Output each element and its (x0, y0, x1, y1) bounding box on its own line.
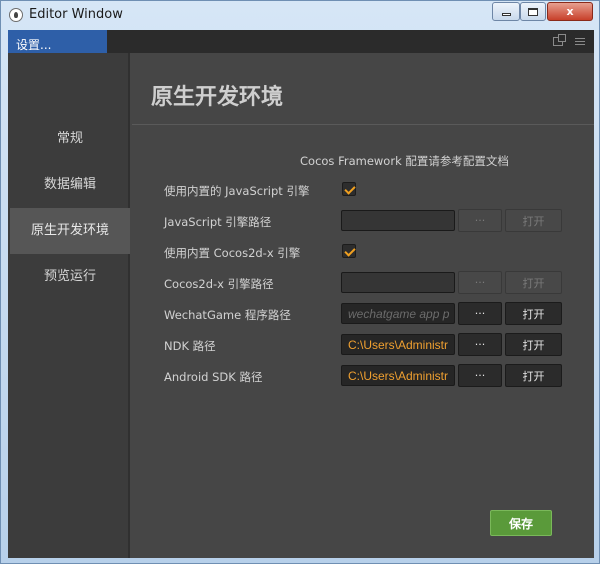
use-builtin-js-label: 使用内置的 JavaScript 引擎 (164, 184, 310, 198)
popout-icon[interactable] (553, 34, 566, 46)
minimize-button[interactable] (492, 2, 520, 21)
wechatgame-browse-button[interactable]: ··· (458, 302, 502, 325)
js-engine-browse-button[interactable]: ··· (458, 209, 502, 232)
cocos-engine-path-label: Cocos2d-x 引擎路径 (164, 277, 274, 291)
use-builtin-js-checkbox[interactable] (342, 182, 356, 196)
android-sdk-path-label: Android SDK 路径 (164, 370, 263, 384)
close-button[interactable]: x (547, 2, 593, 21)
js-engine-path-input[interactable] (341, 210, 455, 231)
sidebar: 常规 数据编辑 原生开发环境 预览运行 (8, 53, 130, 558)
js-engine-open-button[interactable]: 打开 (505, 209, 562, 232)
android-sdk-browse-button[interactable]: ··· (458, 364, 502, 387)
sidebar-item-preview-run[interactable]: 预览运行 (10, 254, 130, 300)
tab-strip: 设置... (8, 30, 594, 53)
main-content: 原生开发环境 Cocos Framework 配置请参考配置文档 使用内置的 J… (132, 53, 594, 558)
sidebar-item-data-editing[interactable]: 数据编辑 (10, 162, 130, 208)
framework-note: Cocos Framework 配置请参考配置文档 (300, 154, 509, 168)
cocos-engine-path-input[interactable] (341, 272, 455, 293)
divider (132, 124, 594, 125)
maximize-icon (528, 7, 538, 16)
settings-panel: 常规 数据编辑 原生开发环境 预览运行 原生开发环境 Cocos Framewo… (8, 53, 594, 558)
android-sdk-path-input[interactable]: C:\Users\Administr (341, 365, 455, 386)
ndk-path-label: NDK 路径 (164, 339, 216, 353)
save-button[interactable]: 保存 (490, 510, 552, 536)
sidebar-item-general[interactable]: 常规 (10, 116, 130, 162)
android-sdk-open-button[interactable]: 打开 (505, 364, 562, 387)
app-icon (9, 8, 23, 22)
wechatgame-path-label: WechatGame 程序路径 (164, 308, 291, 322)
ndk-browse-button[interactable]: ··· (458, 333, 502, 356)
ndk-path-input[interactable]: C:\Users\Administr (341, 334, 455, 355)
cocos-engine-open-button[interactable]: 打开 (505, 271, 562, 294)
page-title: 原生开发环境 (151, 85, 284, 110)
close-icon: x (566, 5, 574, 18)
use-builtin-cocos-label: 使用内置 Cocos2d-x 引擎 (164, 246, 301, 260)
title-bar[interactable]: Editor Window x (1, 1, 599, 29)
menu-icon[interactable] (575, 38, 585, 47)
cocos-engine-browse-button[interactable]: ··· (458, 271, 502, 294)
wechatgame-open-button[interactable]: 打开 (505, 302, 562, 325)
minimize-icon (501, 12, 511, 16)
wechatgame-path-input[interactable]: wechatgame app p (341, 303, 455, 324)
maximize-button[interactable] (520, 2, 546, 21)
tab-settings[interactable]: 设置... (8, 30, 107, 53)
window-title: Editor Window (29, 7, 123, 22)
ndk-open-button[interactable]: 打开 (505, 333, 562, 356)
sidebar-item-native-dev[interactable]: 原生开发环境 (10, 208, 130, 254)
editor-window: Editor Window x 设置... 常规 数据编辑 原生开发环境 预览运… (0, 0, 600, 564)
use-builtin-cocos-checkbox[interactable] (342, 244, 356, 258)
js-engine-path-label: JavaScript 引擎路径 (164, 215, 272, 229)
